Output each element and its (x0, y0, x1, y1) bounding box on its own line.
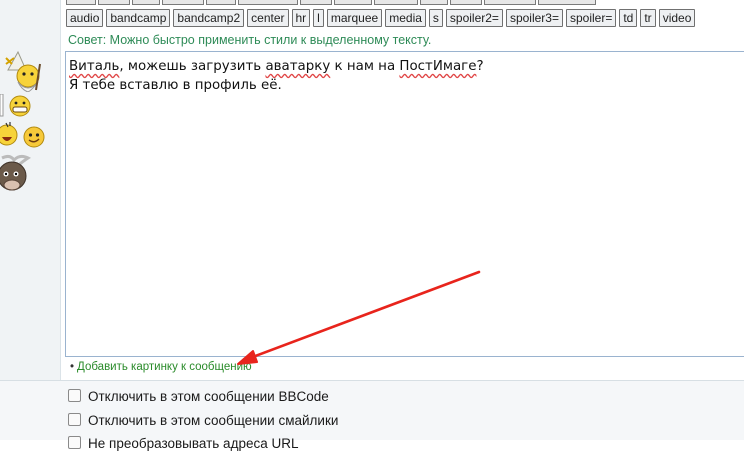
add-image-link-row: • Добавить картинку к сообщению (70, 361, 252, 373)
toolbar-button-cutoff[interactable] (538, 0, 596, 5)
wizard-smiley-icon[interactable] (0, 50, 44, 92)
toolbar-button-cutoff[interactable] (334, 0, 372, 5)
bbcode-button-video[interactable]: video (658, 9, 696, 27)
bullet-icon: • (70, 361, 75, 373)
bbcode-button-center[interactable]: center (247, 9, 289, 27)
toolbar-button-cutoff[interactable] (66, 0, 96, 5)
bbcode-button-media[interactable]: media (385, 9, 426, 27)
spellcheck-word: Виталь (69, 59, 120, 74)
spellcheck-word: ПостИмаге (399, 59, 477, 74)
toolbar-button-cutoff[interactable] (238, 0, 298, 5)
laughing-smiley-icon[interactable] (0, 121, 20, 147)
disable-smilies-checkbox[interactable] (68, 413, 81, 426)
bbcode-button-marquee[interactable]: marquee (326, 9, 383, 27)
toolbar-button-cutoff[interactable] (98, 0, 130, 5)
smiling-smiley-icon[interactable] (22, 125, 46, 149)
bbcode-button-l[interactable]: l (313, 9, 324, 27)
option-disable-smilies[interactable]: Отключить в этом сообщении смайлики (68, 413, 338, 428)
toolbar-button-cutoff[interactable] (300, 0, 332, 5)
message-text: к нам на (330, 59, 400, 74)
option-disable-bbcode[interactable]: Отключить в этом сообщении BBCode (68, 389, 329, 404)
no-urls-checkbox[interactable] (68, 436, 81, 449)
option-no-urls[interactable]: Не преобразовывать адреса URL (68, 436, 298, 451)
message-text: , можешь загрузить (119, 59, 266, 74)
bbcode-button-hr[interactable]: hr (291, 9, 311, 27)
bbcode-button-spoiler2[interactable]: spoiler2= (445, 9, 503, 27)
toolbar-row-cutoff (66, 0, 744, 5)
bbcode-button-bandcamp2[interactable]: bandcamp2 (173, 9, 245, 27)
option-label: Не преобразовывать адреса URL (88, 436, 299, 451)
bbcode-button-bandcamp[interactable]: bandcamp (106, 9, 171, 27)
bbcode-button-s[interactable]: s (428, 9, 443, 27)
toolbar-button-cutoff[interactable] (374, 0, 418, 5)
grin-smiley-icon[interactable] (0, 94, 32, 118)
spellcheck-word: аватарку (265, 59, 331, 74)
editor-tip: Совет: Можно быстро применить стили к вы… (68, 33, 432, 47)
disable-bbcode-checkbox[interactable] (68, 389, 81, 402)
toolbar-button-cutoff[interactable] (450, 0, 482, 5)
bbcode-button-td[interactable]: td (619, 9, 638, 27)
toolbar-button-cutoff[interactable] (132, 0, 160, 5)
cow-smiley-icon[interactable] (0, 152, 32, 196)
message-textarea[interactable]: Виталь, можешь загрузить аватарку к нам … (65, 51, 744, 357)
message-text: ? (476, 59, 484, 74)
bbcode-button-spoiler[interactable]: spoiler= (565, 9, 617, 27)
toolbar-button-cutoff[interactable] (162, 0, 204, 5)
toolbar-button-cutoff[interactable] (206, 0, 236, 5)
message-line-1: Виталь, можешь загрузить аватарку к нам … (69, 57, 744, 76)
bbcode-button-tr[interactable]: tr (640, 9, 656, 27)
toolbar-button-cutoff[interactable] (484, 0, 536, 5)
message-line-2: Я тебе вставлю в профиль её. (69, 78, 282, 93)
option-label: Отключить в этом сообщении смайлики (88, 413, 339, 428)
toolbar-button-cutoff[interactable] (420, 0, 448, 5)
option-label: Отключить в этом сообщении BBCode (88, 389, 329, 404)
add-image-link[interactable]: Добавить картинку к сообщению (77, 361, 252, 373)
bbcode-toolbar: audio bandcamp bandcamp2 center hr l marquee me… (66, 9, 698, 27)
bbcode-button-spoiler3[interactable]: spoiler3= (505, 9, 563, 27)
bbcode-button-audio[interactable]: audio (66, 9, 104, 27)
